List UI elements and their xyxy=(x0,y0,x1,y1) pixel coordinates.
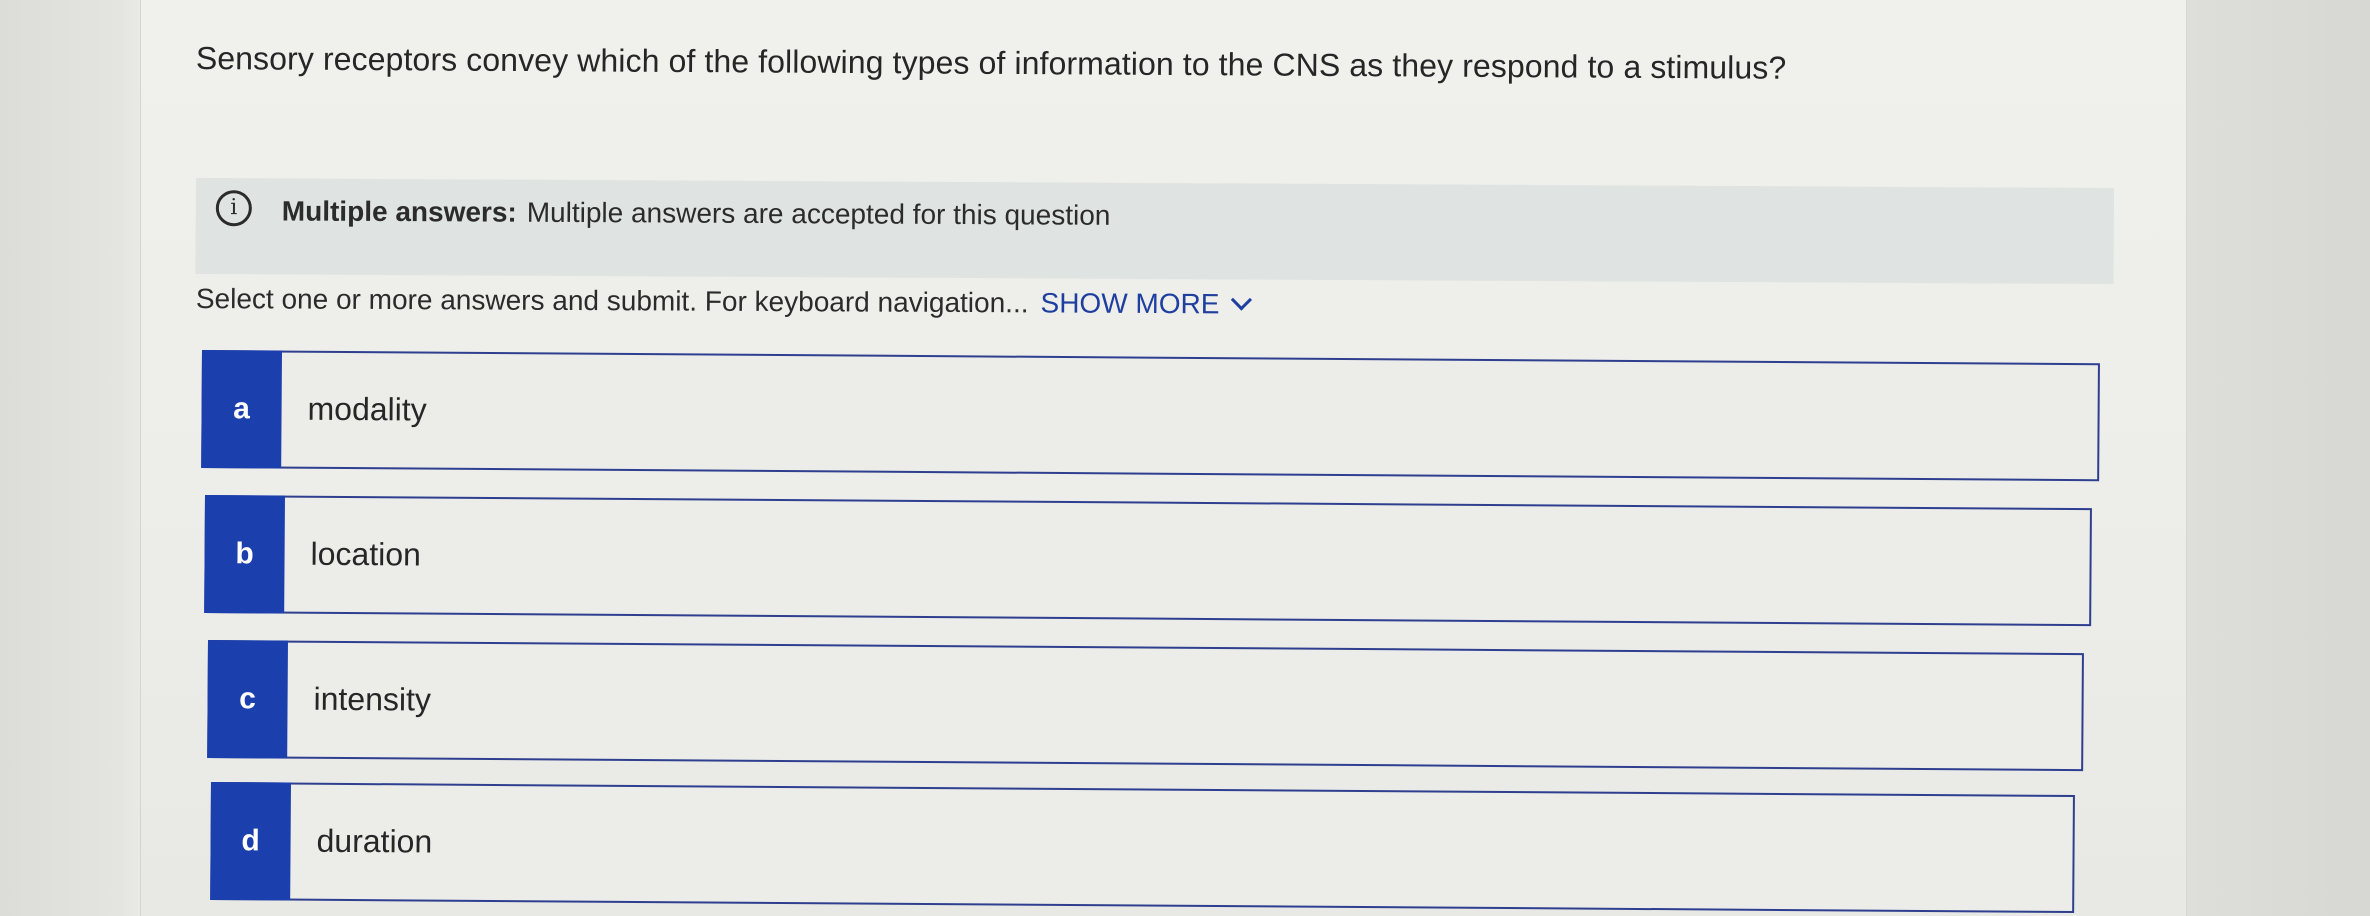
answer-option-b[interactable]: b location xyxy=(204,495,2092,627)
answer-option-c[interactable]: c intensity xyxy=(207,640,2084,772)
answer-option-d[interactable]: d duration xyxy=(210,782,2075,914)
instructions-text: Select one or more answers and submit. F… xyxy=(195,283,1029,319)
instructions: Select one or more answers and submit. F… xyxy=(195,283,1252,321)
option-text: modality xyxy=(307,390,427,428)
option-text: intensity xyxy=(313,680,432,718)
info-icon: i xyxy=(215,190,252,227)
show-more-label: SHOW MORE xyxy=(1040,287,1220,320)
show-more-link[interactable]: SHOW MORE xyxy=(1040,287,1252,320)
option-letter: a xyxy=(201,350,282,469)
notice-message: Multiple answers are accepted for this q… xyxy=(526,196,1111,231)
chevron-down-icon xyxy=(1230,289,1252,311)
option-text: duration xyxy=(316,822,433,860)
option-letter: b xyxy=(204,495,285,614)
answer-option-a[interactable]: a modality xyxy=(201,350,2100,482)
option-letter: c xyxy=(207,640,288,759)
multiple-answers-notice: i Multiple answers: Multiple answers are … xyxy=(195,178,2114,285)
option-letter: d xyxy=(210,782,291,901)
notice-label: Multiple answers: xyxy=(281,195,517,228)
option-text: location xyxy=(310,535,422,573)
notice-text: Multiple answers: Multiple answers are ac… xyxy=(282,195,1111,231)
